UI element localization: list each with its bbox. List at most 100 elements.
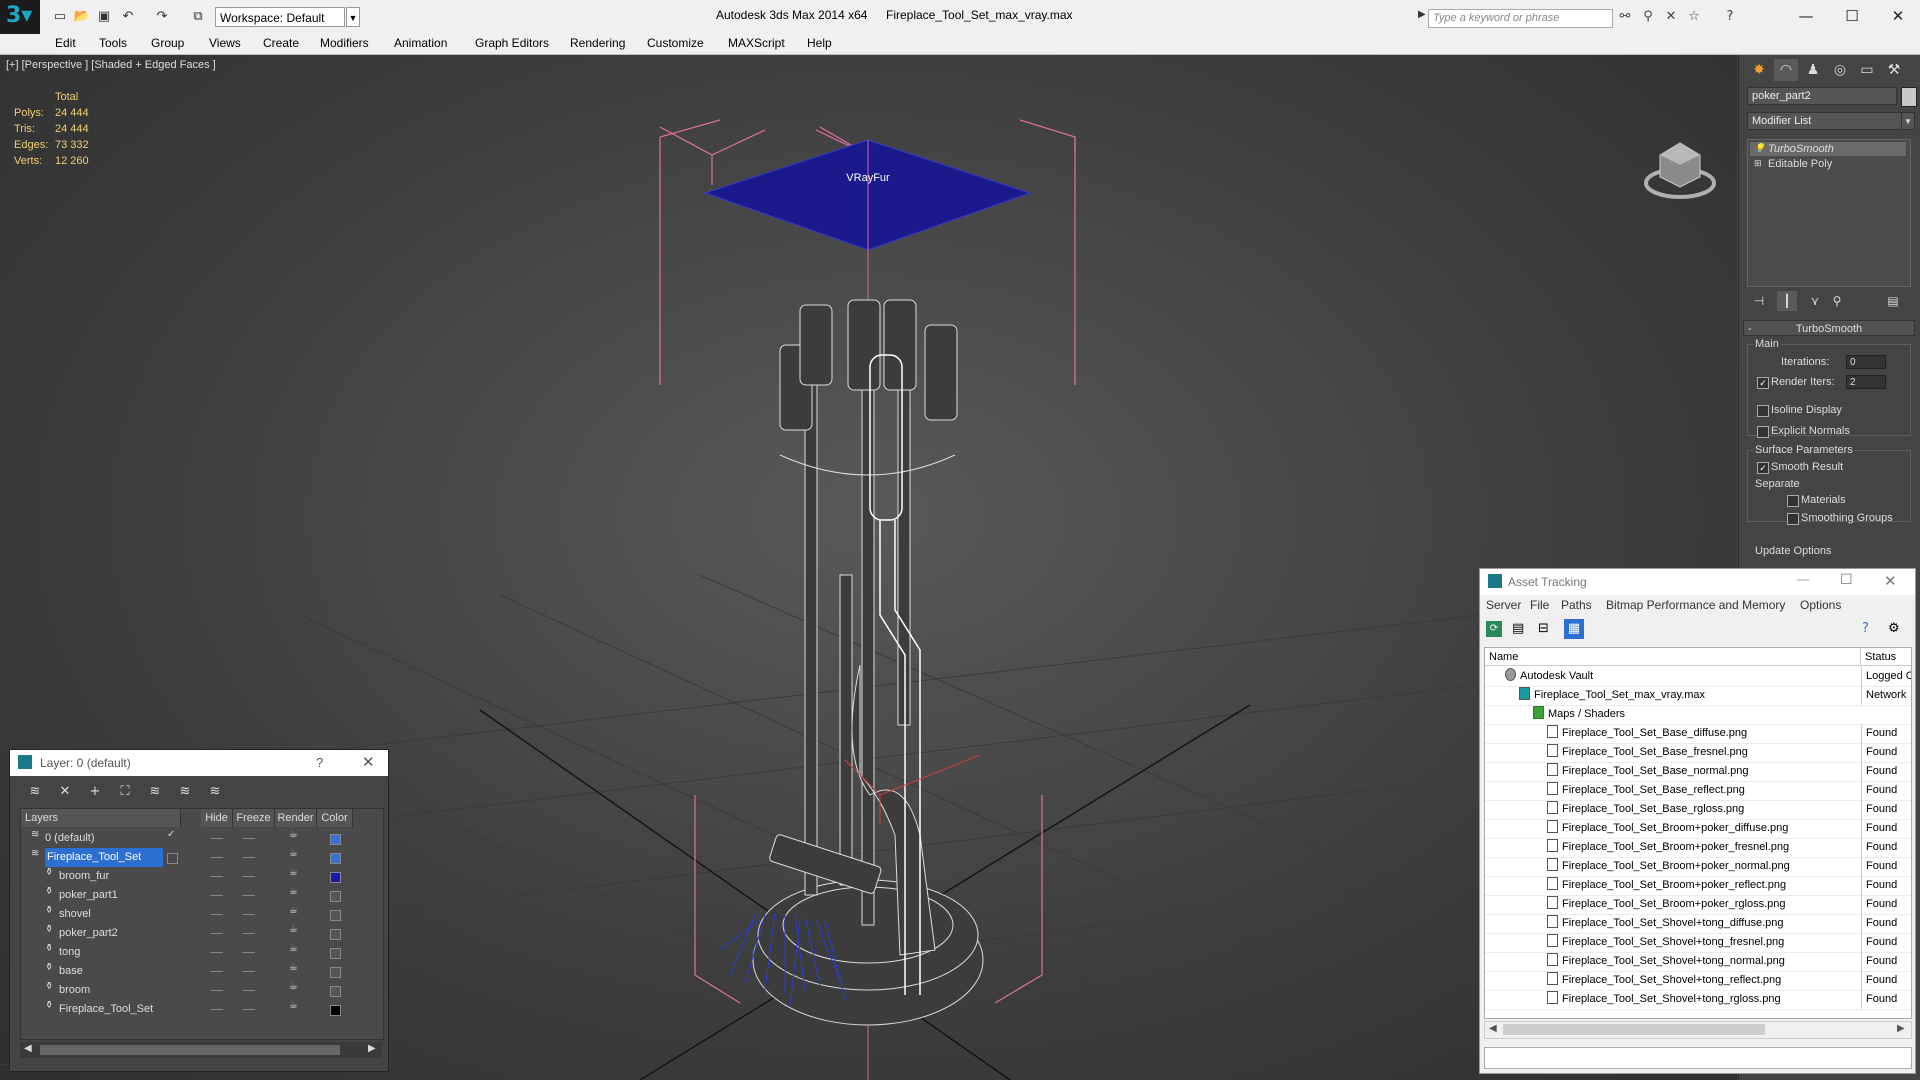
freeze-toggle[interactable]	[243, 838, 255, 839]
menu-modifiers[interactable]: Modifiers	[320, 36, 369, 50]
layer-row[interactable]: ≋ 0 (default) ✓ ☕	[21, 829, 383, 848]
hide-toggle[interactable]	[211, 857, 223, 858]
asset-minimize-icon[interactable]: —	[1796, 572, 1810, 588]
layer-name[interactable]: tong	[59, 943, 80, 962]
freeze-toggle[interactable]	[243, 857, 255, 858]
search-expand-icon[interactable]: ▶	[1418, 9, 1426, 20]
freeze-toggle[interactable]	[243, 990, 255, 991]
render-teapot-icon[interactable]: ☕	[289, 886, 298, 897]
scroll-thumb[interactable]	[40, 1045, 340, 1055]
configure-modifier-sets-icon[interactable]: ▤	[1883, 291, 1903, 311]
remove-modifier-icon[interactable]: ⚲	[1827, 291, 1847, 311]
close-icon[interactable]: ✕	[1878, 4, 1918, 28]
active-layer-box[interactable]	[167, 853, 178, 864]
asset-maximize-icon[interactable]: ☐	[1840, 572, 1853, 588]
col-status[interactable]: Status	[1861, 648, 1911, 666]
layer-close-icon[interactable]: ✕	[362, 753, 375, 771]
layer-dialog-titlebar[interactable]: Layer: 0 (default) ? ✕	[10, 750, 388, 776]
refresh-icon[interactable]: ⟳	[1486, 621, 1502, 637]
settings-icon[interactable]: ⚙	[1888, 621, 1900, 636]
layer-row[interactable]: ⚱ shovel ☕	[21, 905, 383, 924]
undo-icon[interactable]: ↶	[118, 8, 138, 26]
workspace-dropdown-arrow-icon[interactable]: ▼	[346, 7, 360, 27]
asset-horizontal-scrollbar[interactable]: ◀ ▶	[1484, 1021, 1912, 1039]
freeze-toggle[interactable]	[243, 876, 255, 877]
hide-toggle[interactable]	[211, 971, 223, 972]
create-layer-icon[interactable]: ≋	[24, 782, 46, 802]
subscription-icon[interactable]: ⚲	[1638, 9, 1658, 27]
smooth-result-checkbox[interactable]: ✓	[1757, 462, 1769, 474]
help-icon[interactable]: ?	[1720, 9, 1740, 27]
asset-menu-options[interactable]: Options	[1800, 598, 1841, 612]
modifier-list-dropdown[interactable]: Modifier List	[1747, 112, 1909, 130]
asset-row[interactable]: Fireplace_Tool_Set_Base_reflect.png Found	[1485, 781, 1911, 801]
col-color[interactable]: Color	[317, 809, 353, 827]
layer-name[interactable]: base	[59, 962, 83, 981]
asset-row[interactable]: Fireplace_Tool_Set_Broom+poker_fresnel.p…	[1485, 838, 1911, 858]
freeze-toggle[interactable]	[243, 914, 255, 915]
render-iters-spinner[interactable]: 2	[1846, 375, 1886, 389]
layer-row[interactable]: ≋ Fireplace_Tool_Set ☕	[21, 848, 383, 867]
render-teapot-icon[interactable]: ☕	[289, 848, 298, 859]
asset-tracking-titlebar[interactable]: Asset Tracking — ☐ ✕	[1480, 569, 1915, 595]
layer-name[interactable]: poker_part1	[59, 886, 118, 905]
render-teapot-icon[interactable]: ☕	[289, 867, 298, 878]
layer-color-swatch[interactable]	[330, 929, 341, 940]
asset-row[interactable]: Autodesk Vault Logged Out	[1485, 667, 1911, 687]
motion-tab-icon[interactable]: ◎	[1828, 59, 1852, 81]
new-file-icon[interactable]: ▭	[50, 8, 70, 26]
layer-color-swatch[interactable]	[330, 853, 341, 864]
search-input[interactable]: Type a keyword or phrase	[1428, 9, 1613, 28]
save-file-icon[interactable]: ▣	[94, 8, 114, 26]
pin-stack-icon[interactable]: ⊣	[1749, 291, 1769, 311]
create-tab-icon[interactable]: ✸	[1747, 59, 1771, 81]
col-layers[interactable]: Layers	[21, 809, 181, 827]
render-teapot-icon[interactable]: ☕	[289, 943, 298, 954]
menu-animation[interactable]: Animation	[394, 36, 447, 50]
modifier-list-arrow-icon[interactable]: ▼	[1901, 112, 1915, 130]
layer-name[interactable]: poker_part2	[59, 924, 118, 943]
freeze-all-layers-icon[interactable]: ≋	[204, 782, 226, 802]
maximize-icon[interactable]: ☐	[1832, 4, 1872, 28]
lightbulb-icon[interactable]: 💡	[1754, 143, 1765, 153]
asset-row[interactable]: Fireplace_Tool_Set_Broom+poker_reflect.p…	[1485, 876, 1911, 896]
layer-horizontal-scrollbar[interactable]: ◀ ▶	[20, 1042, 382, 1058]
layer-row[interactable]: ⚱ base ☕	[21, 962, 383, 981]
binoculars-icon[interactable]: ⚯	[1615, 9, 1635, 27]
col-render[interactable]: Render	[275, 809, 317, 827]
project-folder-icon[interactable]: ⧉	[188, 8, 208, 26]
asset-row[interactable]: Fireplace_Tool_Set_Base_diffuse.png Found	[1485, 724, 1911, 744]
asset-row[interactable]: Fireplace_Tool_Set_Broom+poker_rgloss.pn…	[1485, 895, 1911, 915]
utilities-tab-icon[interactable]: ⚒	[1882, 59, 1906, 81]
col-hide[interactable]: Hide	[201, 809, 233, 827]
render-teapot-icon[interactable]: ☕	[289, 924, 298, 935]
menu-views[interactable]: Views	[209, 36, 241, 50]
list-view-icon[interactable]: ▤	[1512, 621, 1524, 636]
hide-toggle[interactable]	[211, 838, 223, 839]
isoline-display-checkbox[interactable]	[1757, 405, 1769, 417]
asset-row[interactable]: Fireplace_Tool_Set_Base_fresnel.png Found	[1485, 743, 1911, 763]
layer-row[interactable]: ⚱ poker_part2 ☕	[21, 924, 383, 943]
asset-menu-server[interactable]: Server	[1486, 598, 1521, 612]
asset-row[interactable]: Fireplace_Tool_Set_Shovel+tong_normal.pn…	[1485, 952, 1911, 972]
hide-toggle[interactable]	[211, 933, 223, 934]
freeze-toggle[interactable]	[243, 952, 255, 953]
freeze-toggle[interactable]	[243, 895, 255, 896]
hide-toggle[interactable]	[211, 876, 223, 877]
hide-toggle[interactable]	[211, 1009, 223, 1010]
menu-group[interactable]: Group	[151, 36, 184, 50]
asset-row[interactable]: Fireplace_Tool_Set_Broom+poker_diffuse.p…	[1485, 819, 1911, 839]
asset-scroll-right-icon[interactable]: ▶	[1897, 1023, 1905, 1034]
asset-menu-bitmap-performance[interactable]: Bitmap Performance and Memory	[1606, 598, 1785, 612]
layer-color-swatch[interactable]	[330, 948, 341, 959]
layer-row[interactable]: ⚱ tong ☕	[21, 943, 383, 962]
asset-row[interactable]: Fireplace_Tool_Set_Broom+poker_normal.pn…	[1485, 857, 1911, 877]
layer-color-swatch[interactable]	[330, 986, 341, 997]
stack-item-editable-poly[interactable]: ⊞ Editable Poly	[1750, 157, 1906, 171]
asset-menu-paths[interactable]: Paths	[1561, 598, 1592, 612]
menu-rendering[interactable]: Rendering	[570, 36, 625, 50]
freeze-toggle[interactable]	[243, 933, 255, 934]
menu-create[interactable]: Create	[263, 36, 299, 50]
asset-row[interactable]: Fireplace_Tool_Set_Shovel+tong_rgloss.pn…	[1485, 990, 1911, 1010]
redo-icon[interactable]: ↷	[152, 8, 172, 26]
